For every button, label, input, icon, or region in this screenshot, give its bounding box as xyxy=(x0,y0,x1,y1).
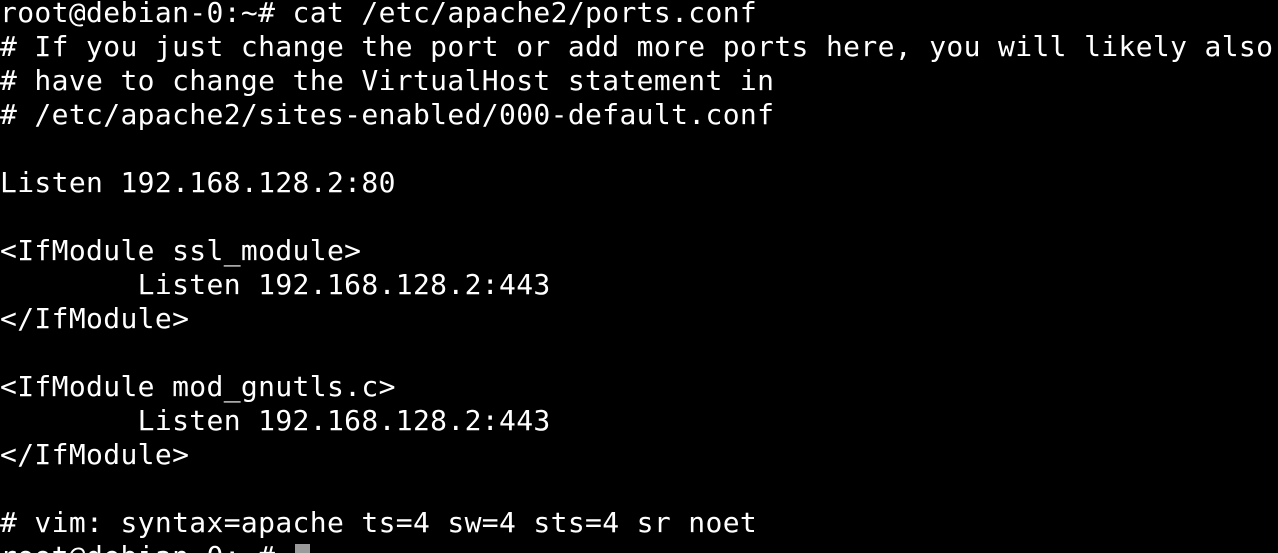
terminal-line-gnutls-listen: Listen 192.168.128.2:443 xyxy=(0,404,551,437)
terminal-line-ifmodule-gnutls-open: <IfModule mod_gnutls.c> xyxy=(0,370,396,403)
terminal-line-ifmodule-gnutls-close: </IfModule> xyxy=(0,438,190,471)
text-cursor xyxy=(294,544,310,553)
terminal-line-ssl-listen: Listen 192.168.128.2:443 xyxy=(0,268,551,301)
terminal-line-comment-1: # If you just change the port or add mor… xyxy=(0,30,1274,63)
terminal-prompt-line[interactable]: root@debian-0:~# xyxy=(0,540,310,553)
terminal-line-vim-modeline: # vim: syntax=apache ts=4 sw=4 sts=4 sr … xyxy=(0,506,758,539)
terminal-line-command: root@debian-0:~# cat /etc/apache2/ports.… xyxy=(0,0,758,29)
terminal-line-ifmodule-ssl-close: </IfModule> xyxy=(0,302,190,335)
terminal-window[interactable]: root@debian-0:~# cat /etc/apache2/ports.… xyxy=(0,0,1278,553)
terminal-line-ifmodule-ssl-open: <IfModule ssl_module> xyxy=(0,234,362,267)
terminal-line-listen-80: Listen 192.168.128.2:80 xyxy=(0,166,396,199)
shell-prompt: root@debian-0:~# xyxy=(0,540,293,553)
terminal-line-comment-2: # have to change the VirtualHost stateme… xyxy=(0,64,775,97)
terminal-line-comment-3: # /etc/apache2/sites-enabled/000-default… xyxy=(0,98,775,131)
